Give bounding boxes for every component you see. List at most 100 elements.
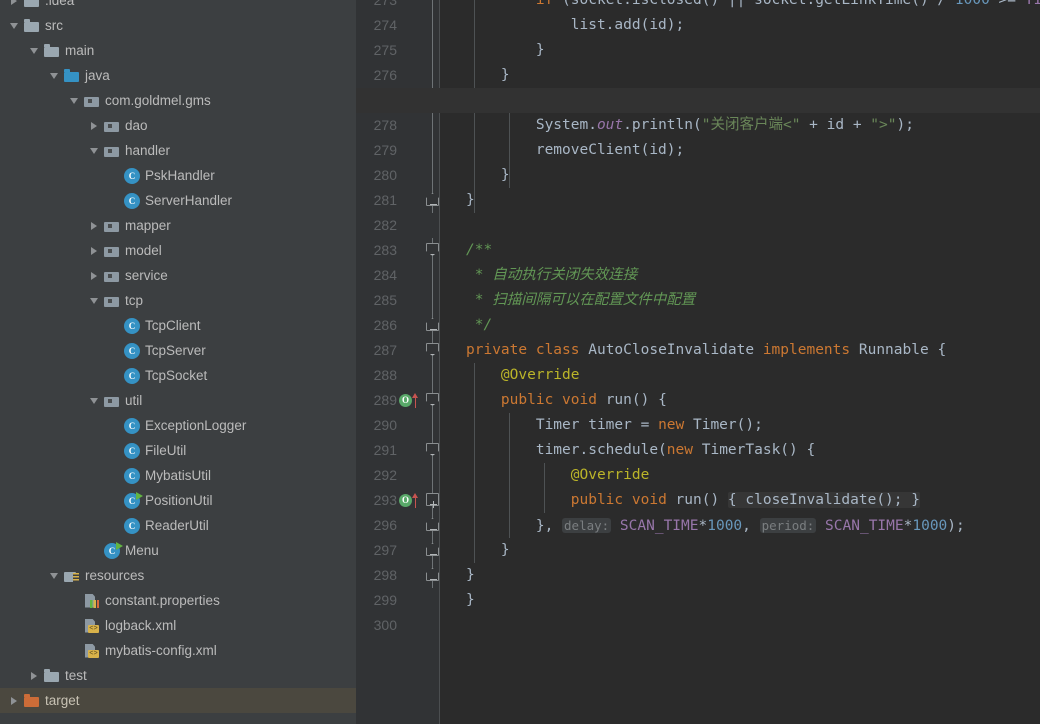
- chevron-down-icon[interactable]: [28, 44, 41, 57]
- chevron-down-icon[interactable]: [88, 144, 101, 157]
- code-line-280[interactable]: 280 }: [356, 163, 1040, 188]
- chevron-right-icon[interactable]: [8, 694, 21, 707]
- intention-bulb-icon[interactable]: [452, 93, 466, 109]
- code-text[interactable]: }: [466, 563, 475, 588]
- fold-toggle-box[interactable]: [426, 493, 439, 508]
- code-line-282[interactable]: 282: [356, 213, 1040, 238]
- code-text[interactable]: for (int id : list) {: [466, 88, 684, 113]
- code-text[interactable]: private class AutoCloseInvalidate implem…: [466, 338, 946, 363]
- code-text[interactable]: }: [466, 538, 510, 563]
- code-text[interactable]: */: [466, 313, 492, 338]
- code-text[interactable]: public void run() { closeInvalidate(); }: [466, 488, 920, 513]
- tree-item-tcpsocket[interactable]: C TcpSocket: [0, 363, 356, 388]
- code-line-285[interactable]: 285 * 扫描间隔可以在配置文件中配置: [356, 288, 1040, 313]
- fold-marker-start[interactable]: [426, 338, 439, 363]
- tree-item-positionutil[interactable]: C PositionUtil: [0, 488, 356, 513]
- fold-marker-start[interactable]: [426, 388, 439, 413]
- code-line-279[interactable]: 279 removeClient(id);: [356, 138, 1040, 163]
- tree-item-service[interactable]: service: [0, 263, 356, 288]
- tree-item-com-goldmel-gms[interactable]: com.goldmel.gms: [0, 88, 356, 113]
- code-line-278[interactable]: 278 System.out.println("关闭客户端<" + id + "…: [356, 113, 1040, 138]
- fold-marker-end[interactable]: [426, 538, 439, 563]
- code-line-286[interactable]: 286 */: [356, 313, 1040, 338]
- code-lines-container[interactable]: 273 if (socket.isClosed() || socket.getL…: [356, 0, 1040, 724]
- tree-item-tcp[interactable]: tcp: [0, 288, 356, 313]
- tree-item-exceptionlogger[interactable]: C ExceptionLogger: [0, 413, 356, 438]
- code-text[interactable]: }, delay: SCAN_TIME*1000, period: SCAN_T…: [466, 513, 965, 539]
- tree-item-java[interactable]: java: [0, 63, 356, 88]
- tree-item--idea[interactable]: .idea: [0, 0, 356, 13]
- fold-marker-start[interactable]: [426, 438, 439, 463]
- fold-marker-end[interactable]: [426, 313, 439, 338]
- code-line-281[interactable]: 281}: [356, 188, 1040, 213]
- tree-item-dao[interactable]: dao: [0, 113, 356, 138]
- fold-marker-end[interactable]: [426, 513, 439, 538]
- code-line-296[interactable]: 296 }, delay: SCAN_TIME*1000, period: SC…: [356, 513, 1040, 538]
- fold-marker-start[interactable]: [426, 238, 439, 263]
- fold-toggle-box[interactable]: [426, 318, 439, 331]
- tree-item-resources[interactable]: resources: [0, 563, 356, 588]
- code-line-288[interactable]: 288 @Override: [356, 363, 1040, 388]
- chevron-right-icon[interactable]: [88, 244, 101, 257]
- code-line-283[interactable]: 283 /**: [356, 238, 1040, 263]
- tree-item-util[interactable]: util: [0, 388, 356, 413]
- code-text[interactable]: timer.schedule(new TimerTask() {: [466, 438, 815, 463]
- code-line-291[interactable]: 291 timer.schedule(new TimerTask() {: [356, 438, 1040, 463]
- tree-item-readerutil[interactable]: C ReaderUtil: [0, 513, 356, 538]
- fold-toggle-box[interactable]: [426, 568, 439, 581]
- tree-item-main[interactable]: main: [0, 38, 356, 63]
- code-text[interactable]: }: [466, 163, 510, 188]
- fold-toggle-box[interactable]: [426, 193, 439, 206]
- tree-item-serverhandler[interactable]: C ServerHandler: [0, 188, 356, 213]
- code-text[interactable]: }: [466, 188, 475, 213]
- code-line-287[interactable]: 287 private class AutoCloseInvalidate imp…: [356, 338, 1040, 363]
- fold-toggle-box[interactable]: [426, 393, 439, 406]
- chevron-right-icon[interactable]: [88, 219, 101, 232]
- code-text[interactable]: removeClient(id);: [466, 138, 684, 163]
- fold-toggle-box[interactable]: [426, 543, 439, 556]
- code-line-293[interactable]: 293 O public void run() { closeInvalidate…: [356, 488, 1040, 513]
- chevron-down-icon[interactable]: [48, 69, 61, 82]
- code-text[interactable]: @Override: [466, 363, 580, 388]
- code-line-300[interactable]: 300: [356, 613, 1040, 638]
- fold-toggle-box[interactable]: [426, 343, 439, 356]
- code-line-299[interactable]: 299}: [356, 588, 1040, 613]
- fold-toggle-box[interactable]: [426, 443, 439, 456]
- tree-item-mybatis-config-xml[interactable]: mybatis-config.xml: [0, 638, 356, 663]
- fold-toggle-box[interactable]: [426, 518, 439, 531]
- tree-item-tcpclient[interactable]: C TcpClient: [0, 313, 356, 338]
- tree-item-model[interactable]: model: [0, 238, 356, 263]
- code-text[interactable]: }: [466, 63, 510, 88]
- fold-marker-end[interactable]: [426, 188, 439, 213]
- tree-item-mybatisutil[interactable]: C MybatisUtil: [0, 463, 356, 488]
- code-line-292[interactable]: 292 @Override: [356, 463, 1040, 488]
- code-text[interactable]: * 扫描间隔可以在配置文件中配置: [466, 288, 695, 313]
- project-tool-window[interactable]: .idea src main java com.goldmel.gms dao handle…: [0, 0, 356, 724]
- tree-item-fileutil[interactable]: C FileUtil: [0, 438, 356, 463]
- tree-item-pskhandler[interactable]: C PskHandler: [0, 163, 356, 188]
- chevron-down-icon[interactable]: [8, 19, 21, 32]
- tree-item-src[interactable]: src: [0, 13, 356, 38]
- override-method-icon[interactable]: O: [399, 393, 421, 408]
- chevron-down-icon[interactable]: [68, 94, 81, 107]
- code-line-275[interactable]: 275 }: [356, 38, 1040, 63]
- chevron-right-icon[interactable]: [8, 0, 21, 7]
- code-line-297[interactable]: 297 }: [356, 538, 1040, 563]
- java-code-editor[interactable]: 273 if (socket.isClosed() || socket.getL…: [356, 0, 1040, 724]
- tree-item-handler[interactable]: handler: [0, 138, 356, 163]
- code-line-284[interactable]: 284 * 自动执行关闭失效连接: [356, 263, 1040, 288]
- code-text[interactable]: if (socket.isClosed() || socket.getLinkT…: [466, 0, 1040, 13]
- tree-item-tcpserver[interactable]: C TcpServer: [0, 338, 356, 363]
- code-line-273[interactable]: 273 if (socket.isClosed() || socket.getL…: [356, 0, 1040, 13]
- code-text[interactable]: Timer timer = new Timer();: [466, 413, 763, 438]
- fold-marker-collapsed[interactable]: [426, 488, 439, 513]
- code-line-290[interactable]: 290 Timer timer = new Timer();: [356, 413, 1040, 438]
- chevron-down-icon[interactable]: [48, 569, 61, 582]
- override-method-icon[interactable]: O: [399, 493, 421, 508]
- code-line-277[interactable]: 277 for (int id : list) {: [356, 88, 1040, 113]
- code-line-274[interactable]: 274 list.add(id);: [356, 13, 1040, 38]
- tree-item-logback-xml[interactable]: logback.xml: [0, 613, 356, 638]
- code-text[interactable]: /**: [466, 238, 492, 263]
- tree-item-target[interactable]: target: [0, 688, 356, 713]
- fold-marker-end[interactable]: [426, 563, 439, 588]
